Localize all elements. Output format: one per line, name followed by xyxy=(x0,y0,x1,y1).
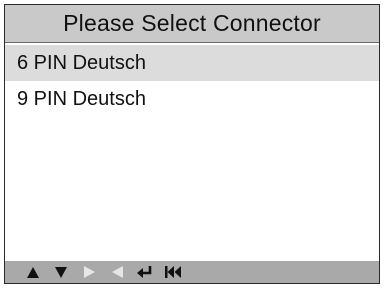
up-arrow-icon[interactable] xyxy=(25,264,41,280)
navigation-key-bar xyxy=(5,261,379,283)
right-arrow-icon xyxy=(81,264,97,280)
list-item-6-pin-deutsch[interactable]: 6 PIN Deutsch xyxy=(5,45,379,81)
list-item-9-pin-deutsch[interactable]: 9 PIN Deutsch xyxy=(5,81,379,117)
scanner-screen: Please Select Connector 6 PIN Deutsch 9 … xyxy=(4,4,380,284)
list-item-label: 9 PIN Deutsch xyxy=(17,88,146,110)
list-item-label: 6 PIN Deutsch xyxy=(17,52,146,74)
down-arrow-icon[interactable] xyxy=(53,264,69,280)
left-arrow-icon xyxy=(109,264,125,280)
enter-icon[interactable] xyxy=(137,264,153,280)
page-title: Please Select Connector xyxy=(5,5,379,43)
back-to-start-icon[interactable] xyxy=(165,264,181,280)
connector-list: 6 PIN Deutsch 9 PIN Deutsch xyxy=(5,45,379,117)
